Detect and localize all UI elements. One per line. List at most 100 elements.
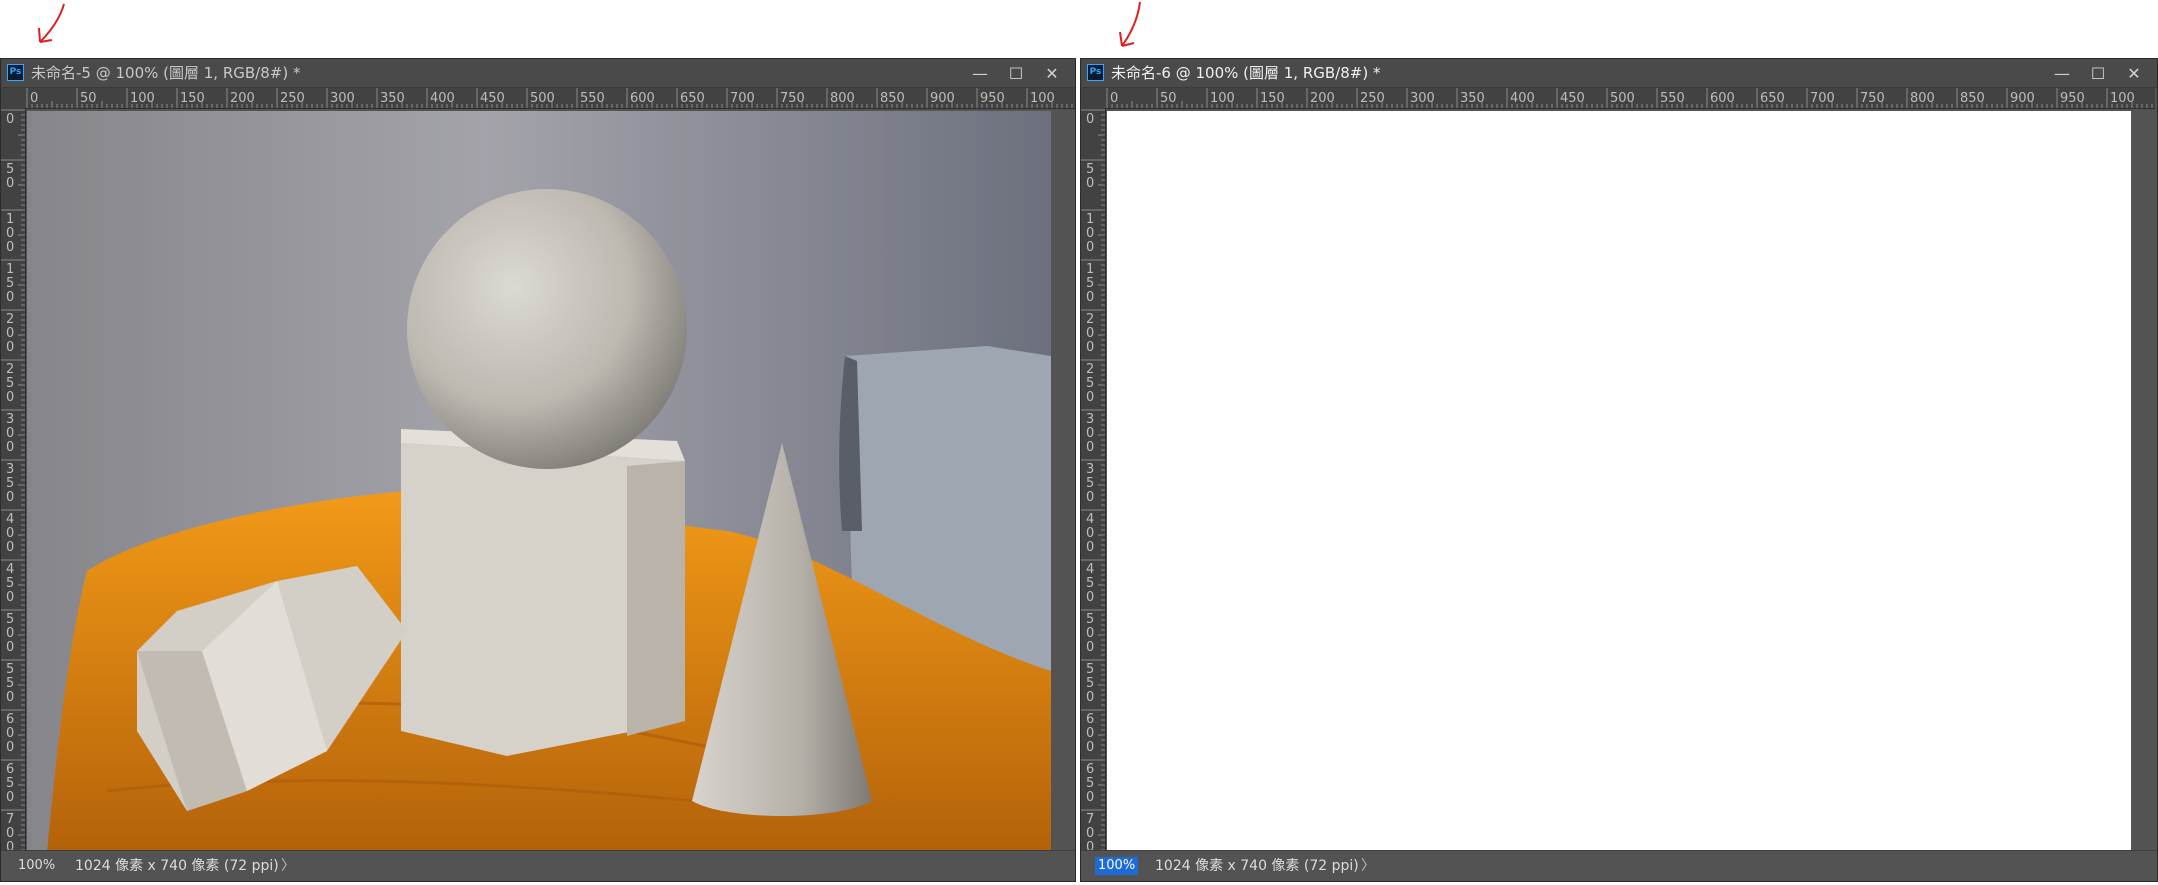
ruler-label: 5: [1086, 276, 1094, 291]
ruler-label: 6: [6, 762, 14, 777]
ruler-label: 0: [1086, 290, 1094, 305]
ruler-label: 0: [1086, 726, 1094, 741]
window-titlebar[interactable]: Ps 未命名-5 @ 100% (圖層 1, RGB/8#) * — ☐ ✕: [1, 59, 1075, 88]
ruler-label: 5: [1086, 662, 1094, 677]
ruler-label: 0: [6, 390, 14, 405]
ruler-label: 0: [1086, 426, 1094, 441]
ruler-label: 500: [530, 91, 555, 106]
ruler-label: 300: [330, 91, 355, 106]
ruler-label: 6: [1086, 762, 1094, 777]
ruler-label: 0: [6, 290, 14, 305]
ruler-label: 5: [6, 476, 14, 491]
document-title: 未命名-5 @ 100% (圖層 1, RGB/8#) *: [31, 64, 301, 82]
maximize-button[interactable]: ☐: [2087, 62, 2109, 84]
ruler-label: 0: [6, 540, 14, 555]
ruler-label: 5: [6, 662, 14, 677]
ruler-label: 0: [6, 340, 14, 355]
ruler-label: 0: [1086, 826, 1094, 841]
window-titlebar[interactable]: Ps 未命名-6 @ 100% (圖層 1, RGB/8#) * — ☐ ✕: [1081, 59, 2157, 88]
ruler-label: 4: [6, 512, 14, 527]
ruler-label: 5: [6, 612, 14, 627]
ruler-label: 0: [6, 790, 14, 805]
ruler-label: 0: [1086, 640, 1094, 655]
minimize-button[interactable]: —: [2051, 62, 2073, 84]
ruler-label: 550: [580, 91, 605, 106]
ruler-label: 800: [830, 91, 855, 106]
ruler-label: 4: [1086, 562, 1094, 577]
ruler-label: 6: [6, 712, 14, 727]
document-title: 未命名-6 @ 100% (圖層 1, RGB/8#) *: [1111, 64, 1381, 82]
ruler-label: 100: [130, 91, 155, 106]
canvas-blank[interactable]: [1107, 111, 2131, 851]
zoom-level-selected[interactable]: 100%: [1095, 857, 1139, 875]
ruler-label: 450: [1560, 91, 1585, 106]
ruler-label: 250: [1360, 91, 1385, 106]
ruler-label: 1: [1086, 212, 1094, 227]
document-window-2[interactable]: Ps 未命名-6 @ 100% (圖層 1, RGB/8#) * — ☐ ✕ 0…: [1080, 58, 2158, 882]
photoshop-icon: Ps: [1087, 64, 1104, 81]
ruler-label: 5: [1086, 576, 1094, 591]
close-button[interactable]: ✕: [2123, 62, 2145, 84]
ruler-label: 0: [1086, 840, 1094, 850]
ruler-label: 250: [280, 91, 305, 106]
ruler-label: 200: [1310, 91, 1335, 106]
ruler-label: 0: [6, 590, 14, 605]
ruler-label: 100: [1210, 91, 1235, 106]
ruler-corner[interactable]: [1, 88, 26, 109]
ruler-label: 0: [1086, 226, 1094, 241]
ruler-label: 2: [6, 362, 14, 377]
still-life-photo: [27, 111, 1051, 851]
ruler-label: 600: [630, 91, 655, 106]
ruler-label: 0: [1086, 740, 1094, 755]
ruler-label: 0: [6, 176, 14, 191]
ruler-label: 0: [1086, 540, 1094, 555]
ruler-label: 5: [6, 276, 14, 291]
status-menu-arrow-icon[interactable]: 〉: [281, 851, 295, 881]
ruler-label: 5: [6, 776, 14, 791]
minimize-button[interactable]: —: [969, 62, 991, 84]
ruler-label: 5: [6, 576, 14, 591]
ruler-label: 3: [6, 412, 14, 427]
annotation-arrow-left: [38, 3, 65, 43]
ruler-label: 450: [480, 91, 505, 106]
document-info[interactable]: 1024 像素 x 740 像素 (72 ppi): [75, 851, 279, 881]
ruler-label: 0: [1086, 326, 1094, 341]
canvas-photo[interactable]: [27, 111, 1051, 851]
ruler-label: 150: [1260, 91, 1285, 106]
ruler-label: 0: [1086, 340, 1094, 355]
ruler-label: 7: [6, 812, 14, 827]
ruler-label: 0: [6, 740, 14, 755]
ruler-label: 3: [1086, 462, 1094, 477]
ruler-label: 0: [1086, 176, 1094, 191]
ruler-corner[interactable]: [1081, 88, 1106, 109]
ruler-label: 1: [6, 212, 14, 227]
ruler-label: 0: [30, 91, 38, 106]
zoom-level[interactable]: 100%: [15, 857, 58, 875]
ruler-label: 750: [780, 91, 805, 106]
ruler-label: 5: [6, 676, 14, 691]
close-button[interactable]: ✕: [1041, 62, 1063, 84]
ruler-label: 900: [930, 91, 955, 106]
ruler-label: 300: [1410, 91, 1435, 106]
ruler-label: 100: [1030, 91, 1055, 106]
horizontal-ruler[interactable]: 0 50 100 150 200 250 300 350 400 450 500 550 600 650 7…: [1105, 88, 2155, 109]
maximize-button[interactable]: ☐: [1005, 62, 1027, 84]
ruler-label: 0: [6, 726, 14, 741]
ruler-label: 4: [1086, 512, 1094, 527]
ruler-label: 900: [2010, 91, 2035, 106]
ruler-label: 6: [1086, 712, 1094, 727]
ruler-label: 2: [1086, 362, 1094, 377]
document-window-1[interactable]: Ps 未命名-5 @ 100% (圖層 1, RGB/8#) * — ☐ ✕ 0…: [0, 58, 1076, 882]
ruler-label: 5: [1086, 376, 1094, 391]
ruler-label: 0: [1110, 91, 1118, 106]
ruler-label: 0: [6, 240, 14, 255]
vertical-ruler[interactable]: 0501001502002503003504004505005506006507…: [1081, 108, 1106, 850]
ruler-label: 350: [1460, 91, 1485, 106]
ruler-label: 0: [6, 112, 14, 127]
horizontal-ruler[interactable]: 0 50 100 150 200 250 300 350 400 450 500 550 600 650 7…: [25, 88, 1075, 109]
ruler-label: 0: [1086, 490, 1094, 505]
ruler-label: 0: [1086, 440, 1094, 455]
document-info[interactable]: 1024 像素 x 740 像素 (72 ppi): [1155, 851, 1359, 881]
status-menu-arrow-icon[interactable]: 〉: [1361, 851, 1375, 881]
vertical-ruler[interactable]: 0501001502002503003504004505005506006507…: [1, 108, 26, 850]
